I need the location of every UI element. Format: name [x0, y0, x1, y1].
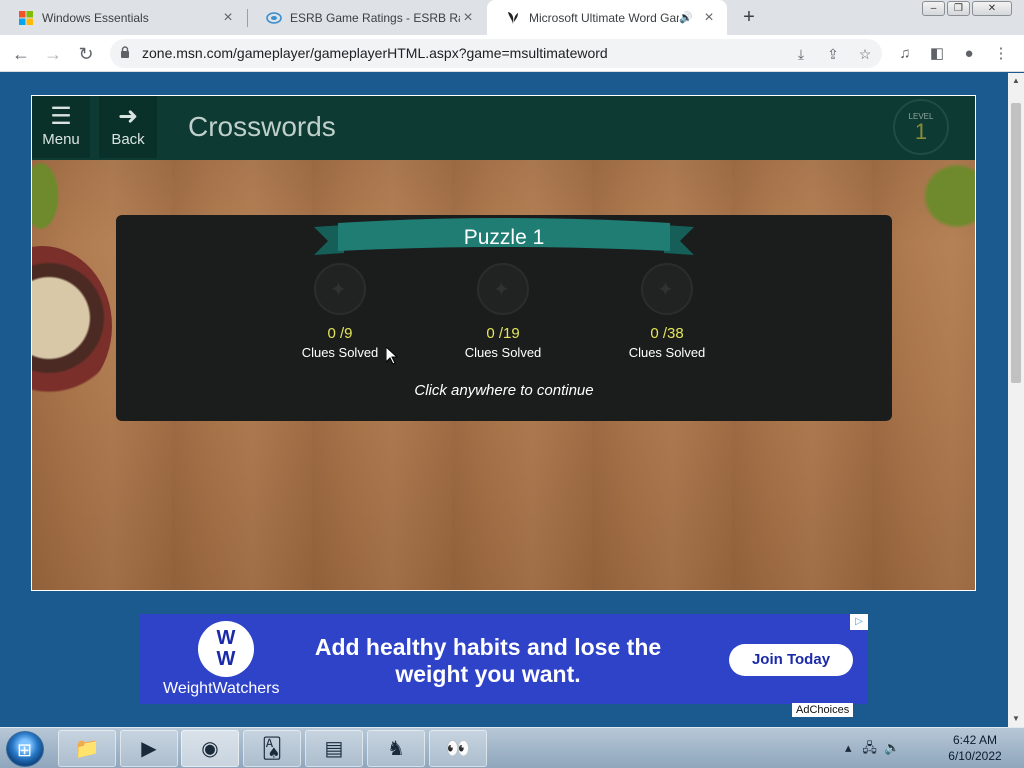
- tab-title: ESRB Game Ratings - ESRB Ratin: [290, 10, 460, 25]
- butterfly-favicon-icon: [508, 11, 518, 24]
- ad-brand: WeightWatchers: [163, 680, 280, 697]
- game-header: ☰ Menu ➜ Back Crosswords LEVEL 1: [32, 96, 975, 160]
- close-window-button[interactable]: ✕: [972, 1, 1012, 16]
- tab-title: Windows Essentials: [42, 10, 149, 25]
- install-app-icon[interactable]: ⤓: [791, 44, 811, 64]
- reload-icon[interactable]: ↻: [73, 41, 99, 67]
- ad-info-icon[interactable]: ▷: [850, 614, 868, 630]
- scroll-down-arrow-icon[interactable]: ▼: [1012, 714, 1020, 723]
- clue-count: 0 /38: [650, 325, 684, 342]
- clue-label: Clues Solved: [464, 345, 542, 360]
- restore-button[interactable]: ❐: [947, 1, 970, 16]
- adchoices-link[interactable]: AdChoices: [792, 703, 854, 717]
- tab-title: Microsoft Ultimate Word Game: [529, 10, 680, 25]
- back-arrow-icon[interactable]: ←: [8, 41, 34, 67]
- stat-group: ✦ 0 /38 Clues Solved: [607, 263, 727, 360]
- browser-toolbar: ← → ↻ zone.msn.com/gameplayer/gameplayer…: [0, 35, 1024, 72]
- bookmark-star-icon[interactable]: ☆: [855, 44, 875, 64]
- weightwatchers-ad[interactable]: ▷ W W WeightWatchers Add healthy habits …: [140, 614, 868, 717]
- page-scrollbar[interactable]: ▲ ▼: [1008, 73, 1024, 727]
- ad-headline: Add healthy habits and lose the weight y…: [314, 634, 662, 687]
- clock-time: 6:42 AM: [952, 733, 998, 747]
- tab-windows-essentials[interactable]: Windows Essentials ×: [0, 0, 246, 35]
- close-tab-icon[interactable]: ×: [460, 9, 476, 27]
- windows-taskbar: ⊞ 📁 ▶ ◉ 🂡 ▤ ♞ 👀 ▴ 🖧 🔈 6:42 AM 6/10/2022: [0, 727, 1024, 768]
- more-menu-icon[interactable]: ⋮: [990, 43, 1012, 65]
- solitaire-taskbar-icon[interactable]: 🂡: [243, 730, 301, 767]
- puzzle-piece-badge-icon: ✦: [641, 263, 693, 315]
- menu-button[interactable]: ☰ Menu: [32, 96, 90, 158]
- clue-count: 0 /19: [486, 325, 520, 342]
- network-icon[interactable]: 🖧: [862, 740, 877, 755]
- clock-date: 6/10/2022: [948, 749, 1002, 763]
- windows-orb-icon: ⊞: [17, 740, 33, 760]
- minimize-button[interactable]: –: [922, 1, 945, 16]
- game-frame[interactable]: ☰ Menu ➜ Back Crosswords LEVEL 1 Puzzle …: [31, 95, 976, 591]
- new-tab-button[interactable]: +: [737, 5, 761, 29]
- close-tab-icon[interactable]: ×: [220, 9, 236, 27]
- close-tab-icon[interactable]: ×: [701, 9, 717, 27]
- windows-logo-icon: [19, 10, 33, 25]
- show-hidden-icons-icon[interactable]: ▴: [845, 740, 852, 755]
- stat-group: ✦ 0 /9 Clues Solved: [280, 263, 400, 360]
- speaker-icon[interactable]: 🔊: [679, 11, 693, 24]
- forward-arrow-icon[interactable]: →: [40, 41, 66, 67]
- eyes-taskbar-icon[interactable]: 👀: [429, 730, 487, 767]
- clue-label: Clues Solved: [301, 345, 379, 360]
- notepad-taskbar-icon[interactable]: ▤: [305, 730, 363, 767]
- puzzle-title: Puzzle 1: [463, 226, 545, 249]
- web-page: ☰ Menu ➜ Back Crosswords LEVEL 1 Puzzle …: [0, 73, 1008, 727]
- level-value: 1: [914, 119, 928, 144]
- continue-prompt: Click anywhere to continue: [414, 382, 594, 399]
- clue-count: 0 /9: [327, 325, 353, 342]
- chrome-taskbar-icon[interactable]: ◉: [181, 730, 239, 767]
- hamburger-menu-icon: ☰: [50, 103, 72, 130]
- volume-icon[interactable]: 🔈: [884, 740, 900, 755]
- menu-label: Menu: [42, 131, 80, 148]
- system-clock[interactable]: 6:42 AM 6/10/2022: [940, 732, 1010, 764]
- lock-icon: [121, 46, 129, 58]
- chess-taskbar-icon[interactable]: ♞: [367, 730, 425, 767]
- tab-esrb-ratings[interactable]: ESRB Game Ratings - ESRB Ratin ×: [248, 0, 486, 35]
- mouse-pointer-icon: [386, 347, 398, 365]
- leaf-decoration: [32, 156, 62, 236]
- game-title: Crosswords: [188, 111, 336, 142]
- puzzle-piece-badge-icon: ✦: [314, 263, 366, 315]
- side-panel-icon[interactable]: ◧: [926, 43, 948, 65]
- explorer-taskbar-icon[interactable]: 📁: [58, 730, 116, 767]
- clue-label: Clues Solved: [628, 345, 706, 360]
- back-button[interactable]: ➜ Back: [99, 96, 157, 158]
- weightwatchers-logo: W W: [198, 621, 254, 677]
- address-bar[interactable]: zone.msn.com/gameplayer/gameplayerHTML.a…: [110, 39, 882, 68]
- url-text: zone.msn.com/gameplayer/gameplayerHTML.a…: [142, 45, 608, 61]
- media-player-taskbar-icon[interactable]: ▶: [120, 730, 178, 767]
- back-label: Back: [111, 131, 145, 148]
- puzzle-piece-badge-icon: ✦: [477, 263, 529, 315]
- scrollbar-thumb[interactable]: [1011, 103, 1021, 383]
- level-badge: LEVEL 1: [893, 99, 949, 155]
- puzzle-summary-panel[interactable]: Puzzle 1 ✦ 0 /9 Clues Solved ✦ 0 /19 Clu…: [116, 215, 892, 421]
- esrb-favicon-icon: [266, 11, 282, 24]
- share-icon[interactable]: ⇪: [823, 44, 843, 64]
- media-control-icon[interactable]: ♫: [894, 43, 916, 65]
- scroll-up-arrow-icon[interactable]: ▲: [1012, 76, 1020, 85]
- profile-avatar-icon[interactable]: ●: [958, 43, 980, 65]
- window-controls: – ❐ ✕: [920, 1, 1012, 16]
- system-tray: ▴ 🖧 🔈: [845, 739, 900, 761]
- back-arrow-icon: ➜: [117, 103, 139, 130]
- leaf-decoration: [915, 156, 975, 236]
- join-today-button[interactable]: Join Today: [729, 644, 853, 676]
- start-button[interactable]: ⊞: [6, 731, 44, 767]
- tab-ultimate-word-game[interactable]: Microsoft Ultimate Word Game 🔊 ×: [487, 0, 727, 35]
- stat-group: ✦ 0 /19 Clues Solved: [443, 263, 563, 360]
- browser-tab-strip: Windows Essentials × ESRB Game Ratings -…: [0, 0, 1024, 35]
